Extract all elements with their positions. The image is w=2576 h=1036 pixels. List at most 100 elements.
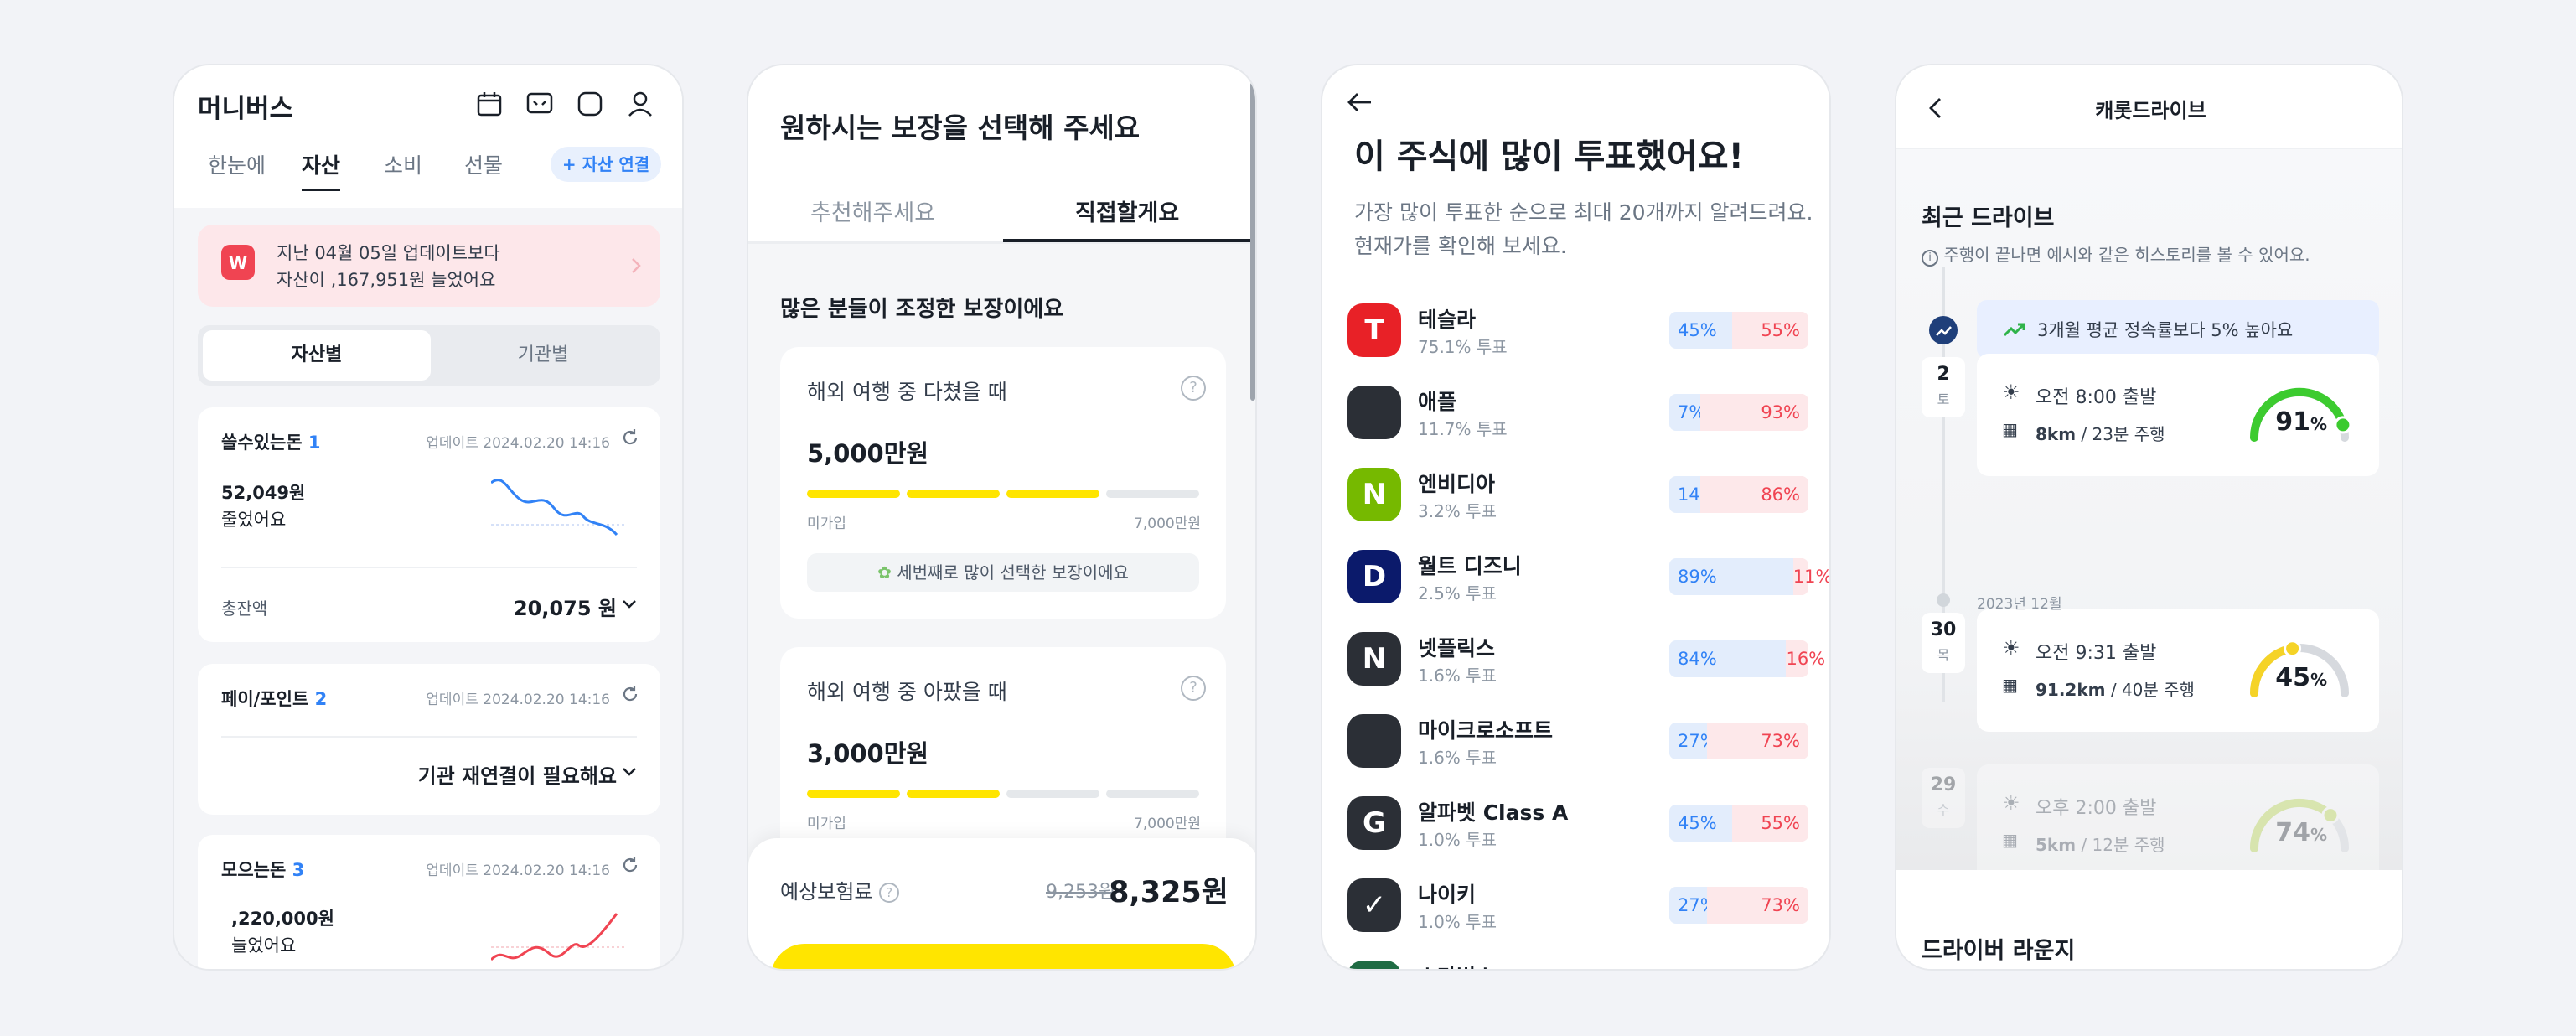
vote-ratio-bar: 7% 93% <box>1669 394 1808 431</box>
stock-row[interactable]: 마이크로소프트 1.6% 투표 27% 73% <box>1347 706 1817 780</box>
vote-ratio-bar: 45% 55% <box>1669 312 1808 349</box>
stock-name: 애플 <box>1418 390 1457 414</box>
wallet-icon: W <box>221 245 255 280</box>
stock-row[interactable]: 스타벅스 <box>1347 952 1817 971</box>
tab-recommend[interactable]: 추천해주세요 <box>810 194 935 227</box>
stock-row[interactable]: N 넷플릭스 1.6% 투표 84% 16% <box>1347 624 1825 697</box>
vote-share: 1.6% 투표 <box>1418 666 1497 686</box>
month-dot <box>1937 593 1950 607</box>
stock-logo-icon <box>1347 386 1401 439</box>
tab-overview[interactable]: 한눈에 <box>208 149 266 179</box>
profile-icon[interactable] <box>625 89 655 119</box>
stock-row[interactable]: D 월트 디즈니 2.5% 투표 89% 11% <box>1347 541 1829 615</box>
vote-ratio-bar: 27% 73% <box>1669 723 1808 759</box>
segment-by-institution[interactable]: 기관별 <box>431 330 655 381</box>
back-arrow-icon[interactable] <box>1344 87 1374 117</box>
trip-start: ☀ 오전 8:00 출발 <box>2002 381 2157 408</box>
trip-score: 91% <box>2275 407 2327 437</box>
vote-ratio-bar: 14% 86% <box>1669 476 1808 513</box>
trip-date: 2토 <box>1922 357 1965 417</box>
stock-row[interactable]: T 테슬라 75.1% 투표 45% 55% <box>1347 295 1817 369</box>
distance-icon: ▦ <box>2002 419 2018 439</box>
page-title: 이 주식에 많이 투표했어요! <box>1354 137 1744 176</box>
message-icon[interactable] <box>525 89 555 119</box>
confirm-button[interactable] <box>771 944 1236 969</box>
page-title: 머니버스 <box>198 94 294 124</box>
stock-name: 마이크로소프트 <box>1418 718 1554 743</box>
vote-down: 16% <box>1786 640 1825 677</box>
banner-line-1: 지난 04월 05일 업데이트보다 <box>277 243 500 263</box>
coverage-amount: 3,000만원 <box>807 739 929 768</box>
coverage-bar-segment <box>807 790 900 798</box>
update-time: 업데이트 2024.02.20 14:16 <box>426 862 610 879</box>
total-value[interactable]: 20,075 원 <box>514 592 617 621</box>
update-banner[interactable]: W 지난 04월 05일 업데이트보다 자산이 ,167,951원 늘었어요 <box>198 225 660 307</box>
vote-up: 7% <box>1669 394 1705 431</box>
trip-start: ☀ 오전 9:31 출발 <box>2002 636 2157 664</box>
help-icon[interactable]: ? <box>879 883 900 903</box>
stock-logo-icon: G <box>1347 796 1401 850</box>
savings-card[interactable]: 모으는돈 3 업데이트 2024.02.20 14:16 ,220,000원 늘었… <box>198 835 660 969</box>
refresh-icon[interactable] <box>620 684 640 704</box>
trip-card[interactable]: ☀ 오전 9:31 출발 ▦ 91.2km / 40분 주행 45% <box>1977 609 2379 732</box>
trip-date: 30 목 <box>1922 613 1965 673</box>
tab-gift[interactable]: 선물 <box>464 149 503 179</box>
stock-name: 알파벳 Class A <box>1418 800 1569 825</box>
reconnect-link[interactable]: 기관 재연결이 필요해요 <box>417 759 617 789</box>
stock-row[interactable]: G 알파벳 Class A 1.0% 투표 45% 55% <box>1347 788 1817 862</box>
tab-spending[interactable]: 소비 <box>384 149 422 179</box>
chevron-down-icon[interactable] <box>622 766 637 778</box>
vote-down: 86% <box>1699 476 1808 513</box>
refresh-icon[interactable] <box>620 855 640 875</box>
square-icon[interactable] <box>575 89 605 119</box>
spendable-money-card[interactable]: 쓸수있는돈 1 업데이트 2024.02.20 14:16 52,049원 줄었어… <box>198 407 660 642</box>
vote-share: 1.0% 투표 <box>1418 912 1497 932</box>
stock-row[interactable]: ✓ 나이키 1.0% 투표 27% 73% <box>1347 870 1817 944</box>
vote-up: 27% <box>1669 723 1717 759</box>
coverage-question: 해외 여행 중 아팠을 때 <box>807 680 1007 704</box>
trip-card[interactable]: ☀ 오후 2:00 출발 ▦ 5km / 12분 주행 74% <box>1977 764 2379 887</box>
moneyverse-screen: 머니버스 한눈에 자산 소비 선물 + 자산 연결 W 지난 04월 05일 업… <box>173 64 684 971</box>
max-label: 7,000만원 <box>1134 515 1201 532</box>
connect-asset-button[interactable]: + 자산 연결 <box>551 147 661 182</box>
refresh-icon[interactable] <box>620 427 640 448</box>
stock-name: 나이키 <box>1418 883 1477 907</box>
stock-row[interactable]: 애플 11.7% 투표 7% 93% <box>1347 377 1817 451</box>
vote-share: 2.5% 투표 <box>1418 583 1497 603</box>
pay-points-card[interactable]: 페이/포인트 2 업데이트 2024.02.20 14:16 기관 재연결이 필… <box>198 664 660 815</box>
trip-score: 45% <box>2275 663 2327 692</box>
scrollbar[interactable] <box>1250 82 1255 401</box>
calendar-icon[interactable] <box>474 89 504 119</box>
vote-up: 45% <box>1669 312 1732 349</box>
stock-logo-icon <box>1347 714 1401 768</box>
trip-card[interactable]: ☀ 오전 8:00 출발 ▦ 8km / 23분 주행 91% <box>1977 354 2379 476</box>
coverage-level-bar[interactable] <box>807 490 1199 498</box>
section-title-lounge: 드라이버 라운지 <box>1922 938 2076 964</box>
info-icon: i <box>1922 250 1938 267</box>
stock-logo-icon: N <box>1347 468 1401 521</box>
vote-ratio-bar: 27% 73% <box>1669 887 1808 924</box>
section-title: 많은 분들이 조정한 보장이에요 <box>780 297 1064 322</box>
segmented-control: 자산별 기관별 <box>198 325 660 386</box>
coverage-level-bar[interactable] <box>807 790 1199 798</box>
help-icon[interactable]: ? <box>1181 376 1206 401</box>
vote-up: 45% <box>1669 805 1732 842</box>
month-label: 2023년 12월 <box>1977 596 2062 613</box>
vote-ratio-bar <box>1669 969 1808 971</box>
stock-name: 월트 디즈니 <box>1418 554 1522 578</box>
vote-ratio-bar: 89% 11% <box>1669 558 1829 595</box>
distance-icon: ▦ <box>2002 830 2018 850</box>
segment-by-asset[interactable]: 자산별 <box>203 330 431 381</box>
tab-direct[interactable]: 직접할게요 <box>1075 194 1179 227</box>
chevron-down-icon[interactable] <box>622 598 637 610</box>
coverage-bar-segment <box>1106 790 1199 798</box>
coverage-bar-segment <box>807 490 900 498</box>
card-amount: ,220,000원 늘었어요 <box>231 909 334 956</box>
coverage-card-injury[interactable]: 해외 여행 중 다쳤을 때 ? 5,000만원 미가입 7,000만원 ✿ 세번… <box>780 347 1226 619</box>
help-icon[interactable]: ? <box>1181 676 1206 701</box>
banner-line-2: 자산이 ,167,951원 늘었어요 <box>277 270 496 290</box>
vote-share: 3.2% 투표 <box>1418 501 1497 521</box>
tab-assets[interactable]: 자산 <box>302 149 341 191</box>
stock-row[interactable]: N 엔비디아 3.2% 투표 14% 86% <box>1347 459 1817 533</box>
info-text: i 주행이 끝나면 예시와 같은 히스토리를 볼 수 있어요. <box>1922 241 2310 267</box>
